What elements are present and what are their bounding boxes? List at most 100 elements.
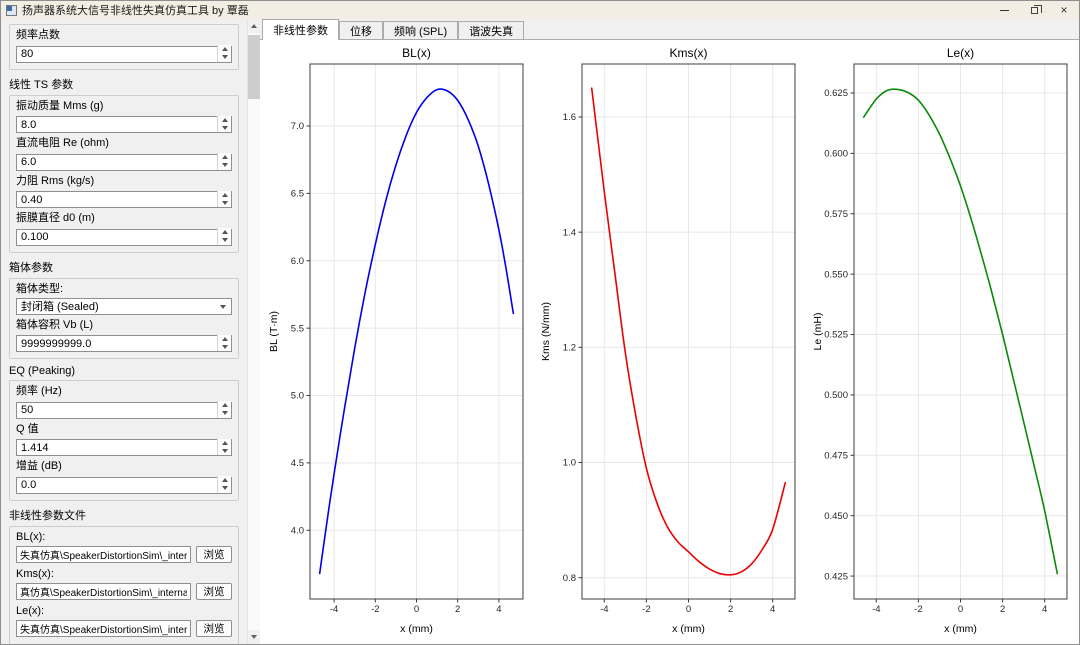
le-chart: -4 -2 0 2 4 0.425 0.450 0.475 0.500 0.525 0.550 0.5…: [810, 43, 1074, 644]
minimize-icon: [999, 9, 1009, 11]
mms-input[interactable]: [16, 116, 232, 133]
eq-freq-label: 频率 (Hz): [16, 385, 62, 397]
svg-text:4: 4: [1042, 604, 1047, 615]
scroll-down-button[interactable]: [248, 630, 260, 644]
freq-points-input[interactable]: [16, 45, 232, 63]
svg-text:-2: -2: [914, 604, 922, 615]
scrollbar-track[interactable]: [248, 33, 260, 630]
svg-text:x (mm): x (mm): [672, 623, 705, 635]
spinner-arrows-icon[interactable]: [217, 153, 231, 170]
tab-harmonic-distortion[interactable]: 谐波失真: [458, 21, 525, 40]
eq-gain-spinbox[interactable]: [16, 475, 232, 494]
close-button[interactable]: ×: [1049, 1, 1079, 19]
svg-text:4.5: 4.5: [291, 458, 304, 469]
box-type-label: 箱体类型:: [16, 282, 64, 295]
app-window: 扬声器系统大信号非线性失真仿真工具 by 覃磊 × 频率点数 线性 TS 参数 …: [0, 0, 1080, 645]
re-spinbox[interactable]: [16, 152, 232, 171]
kmsx-path-input[interactable]: [16, 582, 191, 600]
svg-text:6.5: 6.5: [291, 189, 304, 200]
svg-text:4.0: 4.0: [291, 525, 304, 536]
titlebar: 扬声器系统大信号非线性失真仿真工具 by 覃磊 ×: [1, 1, 1079, 19]
spinner-arrows-icon[interactable]: [217, 115, 231, 132]
svg-text:0.575: 0.575: [824, 209, 848, 220]
rms-input[interactable]: [16, 191, 232, 208]
minimize-button[interactable]: [989, 1, 1019, 19]
freq-points-label: 频率点数: [16, 29, 60, 41]
svg-text:1.4: 1.4: [563, 227, 576, 238]
box-volume-spinbox[interactable]: [16, 334, 232, 352]
svg-text:2: 2: [728, 604, 733, 615]
lex-file-row: 浏览: [16, 619, 232, 638]
svg-text:0: 0: [686, 604, 691, 615]
svg-text:BL (T·m): BL (T·m): [268, 311, 280, 352]
svg-text:Le (mH): Le (mH): [812, 313, 824, 351]
eq-q-label: Q 值: [16, 422, 39, 435]
mms-spinbox[interactable]: [16, 115, 232, 133]
svg-text:2: 2: [455, 604, 460, 615]
restore-button[interactable]: [1019, 1, 1049, 19]
svg-text:0.8: 0.8: [563, 573, 576, 584]
eq-q-spinbox[interactable]: [16, 438, 232, 456]
svg-text:0.450: 0.450: [824, 511, 848, 522]
tab-bar: 非线性参数 位移 频响 (SPL) 谐波失真: [260, 19, 1079, 40]
mms-label: 振动质量 Mms (g): [16, 99, 104, 112]
tab-displacement[interactable]: 位移: [339, 21, 383, 40]
d0-spinbox[interactable]: [16, 227, 232, 246]
spinner-arrows-icon[interactable]: [217, 190, 231, 207]
freq-points-spinbox[interactable]: [16, 44, 232, 63]
svg-text:2: 2: [1000, 604, 1005, 615]
scrollbar-thumb[interactable]: [248, 35, 260, 99]
box-type-value: 封闭箱 (Sealed): [21, 301, 99, 313]
eq-freq-input[interactable]: [16, 401, 232, 419]
svg-text:0.475: 0.475: [824, 450, 848, 461]
box-volume-input[interactable]: [16, 335, 232, 352]
freq-points-group: 频率点数: [9, 24, 239, 70]
blx-file-label: BL(x):: [16, 530, 46, 543]
restore-icon: [1030, 4, 1042, 14]
spinner-arrows-icon[interactable]: [217, 438, 231, 455]
eq-freq-spinbox[interactable]: [16, 400, 232, 419]
lex-file-label: Le(x):: [16, 604, 45, 617]
svg-text:-4: -4: [600, 604, 608, 615]
eq-group: 频率 (Hz) Q 值 增益 (dB): [9, 380, 239, 501]
rms-label: 力阻 Rms (kg/s): [16, 174, 95, 187]
svg-text:0: 0: [958, 604, 963, 615]
lex-path-input[interactable]: [16, 619, 191, 637]
tab-nonlinear-params[interactable]: 非线性参数: [262, 19, 339, 40]
window-title: 扬声器系统大信号非线性失真仿真工具 by 覃磊: [22, 5, 249, 17]
spinner-arrows-icon[interactable]: [217, 45, 231, 62]
sidebar-scrollbar[interactable]: [247, 19, 260, 644]
eq-q-input[interactable]: [16, 439, 232, 456]
svg-text:0.425: 0.425: [824, 571, 848, 582]
svg-text:1.0: 1.0: [563, 458, 576, 469]
ts-group: 振动质量 Mms (g) 直流电阻 Re (ohm) 力阻 Rms (kg/s)…: [9, 94, 239, 253]
svg-text:0.625: 0.625: [824, 88, 848, 99]
rms-spinbox[interactable]: [16, 190, 232, 208]
files-group: BL(x): 浏览 Kms(x): 浏览 Le(x): 浏览: [9, 525, 239, 644]
kmsx-browse-button[interactable]: 浏览: [196, 583, 232, 600]
chevron-down-icon: [220, 304, 226, 309]
svg-text:-2: -2: [371, 604, 379, 615]
scroll-up-button[interactable]: [248, 19, 260, 33]
spinner-arrows-icon[interactable]: [217, 401, 231, 418]
eq-gain-input[interactable]: [16, 476, 232, 494]
kmsx-file-label: Kms(x):: [16, 567, 54, 580]
blx-path-input[interactable]: [16, 545, 191, 563]
box-type-dropdown[interactable]: 封闭箱 (Sealed): [16, 297, 232, 315]
svg-text:1.2: 1.2: [563, 343, 576, 354]
spinner-arrows-icon[interactable]: [217, 334, 231, 351]
blx-browse-button[interactable]: 浏览: [196, 546, 232, 563]
spinner-arrows-icon[interactable]: [217, 228, 231, 245]
spinner-arrows-icon[interactable]: [217, 476, 231, 493]
d0-input[interactable]: [16, 228, 232, 246]
box-volume-label: 箱体容积 Vb (L): [16, 318, 94, 331]
files-section-header: 非线性参数文件: [9, 509, 86, 522]
svg-text:0.600: 0.600: [824, 149, 848, 160]
svg-text:7.0: 7.0: [291, 121, 304, 132]
svg-text:x (mm): x (mm): [400, 623, 433, 635]
tab-spl[interactable]: 频响 (SPL): [383, 21, 459, 40]
svg-text:6.0: 6.0: [291, 256, 304, 267]
lex-browse-button[interactable]: 浏览: [196, 620, 232, 637]
re-input[interactable]: [16, 153, 232, 171]
arrow-down-icon: [251, 635, 257, 639]
